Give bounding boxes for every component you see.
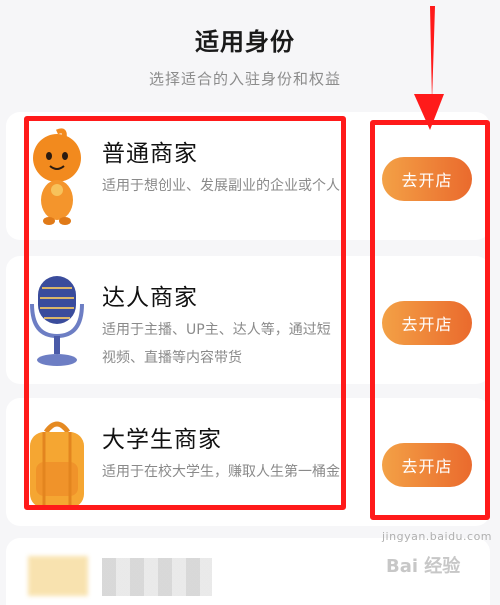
identity-card-influencer[interactable]: 达人商家 适用于主播、UP主、达人等，通过短视频、直播等内容带货 去开店: [6, 256, 490, 384]
card-description: 适用于在校大学生，赚取人生第一桶金: [102, 464, 340, 480]
watermark: Bai 经验: [386, 556, 461, 577]
page: 适用身份 选择适合的入驻身份和权益 普通商家 适用于想创业、发展副业的企业或个人…: [0, 0, 500, 605]
card-title: 普通商家: [102, 141, 198, 167]
open-shop-button[interactable]: 去开店: [382, 157, 472, 201]
card-title: 达人商家: [102, 285, 198, 311]
card-description: 适用于主播、UP主、达人等，通过短视频、直播等内容带货: [102, 322, 331, 366]
blurred-image: [28, 556, 88, 596]
card-title: 大学生商家: [102, 427, 222, 453]
identity-card-student[interactable]: 大学生商家 适用于在校大学生，赚取人生第一桶金 去开店: [6, 398, 490, 526]
open-shop-button[interactable]: 去开店: [382, 443, 472, 487]
identity-card-regular[interactable]: 普通商家 适用于想创业、发展副业的企业或个人 去开店: [6, 112, 490, 240]
backpack-icon: [30, 421, 84, 508]
open-shop-button[interactable]: 去开店: [382, 301, 472, 345]
microphone-icon: [30, 276, 84, 366]
blurred-text: [102, 558, 212, 596]
mascot-icon: [33, 128, 81, 225]
arrow-down-icon: [414, 6, 444, 130]
watermark-url: jingyan.baidu.com: [382, 530, 493, 543]
card-description: 适用于想创业、发展副业的企业或个人: [102, 178, 340, 194]
